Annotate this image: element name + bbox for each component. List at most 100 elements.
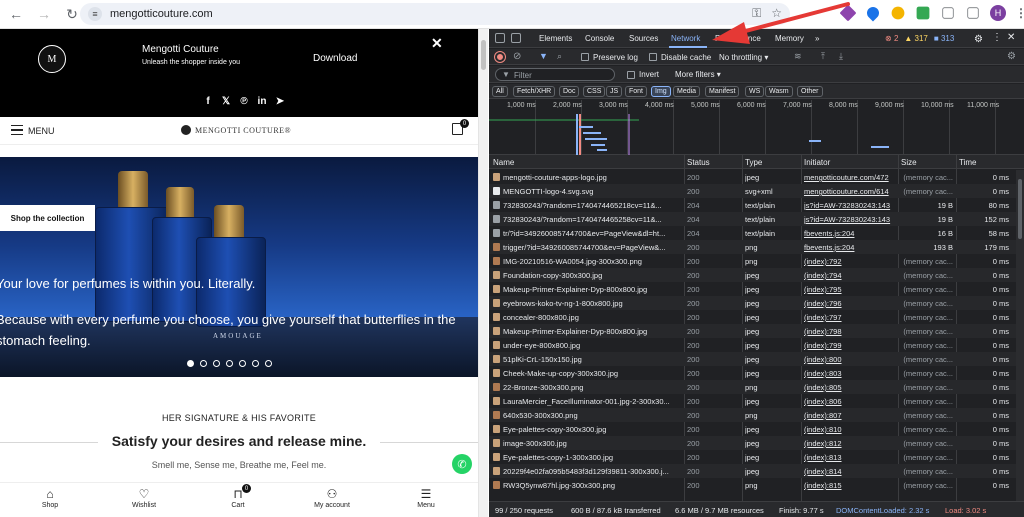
extensions-puzzle-icon[interactable] [942,7,954,19]
carousel-dot-5[interactable] [239,360,246,367]
filter-wasm[interactable]: Wasm [765,86,793,97]
table-row[interactable]: MENGOTTI-logo-4.svg.svg 200 svg+xml mengott… [489,184,1024,198]
settings-gear-icon[interactable]: ⚙ [974,34,983,45]
back-icon[interactable]: ← [4,2,28,26]
request-initiator[interactable]: fbevents.js:204 [804,229,898,238]
table-row[interactable]: under-eye-800x800.jpg 200 jpeg (index):799 (… [489,338,1024,352]
whatsapp-icon[interactable]: ✆ [452,454,472,474]
filter-font[interactable]: Font [625,86,648,97]
request-initiator[interactable]: (index):803 [804,369,898,378]
col-size[interactable]: Size [901,158,917,167]
table-row[interactable]: 732830243/?random=1740474465258cv=11&...… [489,212,1024,226]
table-row[interactable]: 51plKi-CrL-150x150.jpg 200 jpeg (index):800… [489,352,1024,366]
request-initiator[interactable]: js?id=AW-732830243:143 [804,215,898,224]
shop-collection-button[interactable]: Shop the collection [0,205,95,231]
record-icon[interactable] [495,52,505,62]
request-initiator[interactable]: (index):792 [804,257,898,266]
table-row[interactable]: Makeup-Primer-Explainer-Dyp-800x800.jpg 2… [489,324,1024,338]
carousel-dot-1[interactable] [187,360,194,367]
carousel-dot-6[interactable] [252,360,259,367]
carousel-dot-3[interactable] [213,360,220,367]
import-har-icon[interactable]: ⤒ [821,51,825,62]
col-initiator[interactable]: Initiator [804,158,830,167]
clear-icon[interactable]: ⊘ [513,51,521,62]
extension-icon-2[interactable] [864,4,882,22]
telegram-icon[interactable]: ➤ [274,95,286,107]
table-row[interactable]: tr/?id=349260085744700&ev=PageView&dl=ht… [489,226,1024,240]
request-initiator[interactable]: (index):806 [804,397,898,406]
tab-console[interactable]: Console [585,34,614,43]
filter-fetch-xhr[interactable]: Fetch/XHR [513,86,556,97]
filter-css[interactable]: CSS [583,86,606,97]
table-row[interactable]: RW3Q5ynw87hl.jpg-300x300.png 200 png (index… [489,478,1024,492]
network-conditions-icon[interactable]: ≋ [794,51,802,62]
request-initiator[interactable]: mengotticouture.com/472 [804,173,898,182]
col-time[interactable]: Time [959,158,976,167]
filter-manifest[interactable]: Manifest [705,86,740,97]
more-tabs-icon[interactable]: » [815,34,819,43]
side-panel-icon[interactable] [967,7,979,19]
request-initiator[interactable]: (index):807 [804,411,898,420]
request-initiator[interactable]: (index):795 [804,285,898,294]
table-row[interactable]: Eye-palettes-copy-1-300x300.jpg 200 jpeg (i… [489,450,1024,464]
request-initiator[interactable]: (index):815 [804,481,898,490]
carousel-dot-4[interactable] [226,360,233,367]
request-initiator[interactable]: mengotticouture.com/614 [804,187,898,196]
nav-wishlist[interactable]: ♡ Wishlist [114,486,174,509]
request-initiator[interactable]: (index):810 [804,425,898,434]
request-initiator[interactable]: fbevents.js:204 [804,243,898,252]
request-initiator[interactable]: (index):814 [804,467,898,476]
more-filters-dropdown[interactable]: More filters ▾ [675,70,721,79]
browser-menu-icon[interactable]: ⋮ [1015,6,1024,20]
export-har-icon[interactable]: ⤓ [839,51,843,62]
table-row[interactable]: image-300x300.jpg 200 jpeg (index):812 (memo… [489,436,1024,450]
page-scrollbar-thumb[interactable] [481,40,486,70]
nav-menu[interactable]: ☰ Menu [396,486,456,509]
filter-media[interactable]: Media [673,86,701,97]
filter-other[interactable]: Other [797,86,823,97]
nav-account[interactable]: ⚇ My account [302,486,362,509]
linkedin-icon[interactable]: in [256,95,268,107]
network-settings-icon[interactable]: ⚙ [1007,51,1016,62]
throttling-select[interactable]: No throttling ▾ [719,53,768,62]
password-key-icon[interactable]: ⚿ [752,6,761,21]
search-icon[interactable]: ⌕ [557,51,562,62]
preserve-log-checkbox[interactable] [581,53,589,61]
table-row[interactable]: IMG-20210516-WA0054.jpg-300x300.png 200 pn… [489,254,1024,268]
table-row[interactable]: trigger/?id=349260085744700&ev=PageView&… [489,240,1024,254]
close-devtools-icon[interactable]: ✕ [1007,32,1015,43]
network-overview-timeline[interactable]: 1,000 ms 2,000 ms 3,000 ms 4,000 ms 5,000 ms… [489,100,1024,155]
filter-img[interactable]: Img [651,86,671,97]
extension-icon-1[interactable] [839,4,857,22]
table-scrollbar-thumb[interactable] [1018,179,1022,239]
inspect-icon[interactable] [495,33,505,43]
table-row[interactable]: LauraMercier_FaceIlluminator-001.jpg-2-3… [489,394,1024,408]
request-initiator[interactable]: (index):797 [804,313,898,322]
table-row[interactable]: Foundation-copy-300x300.jpg 200 jpeg (index… [489,268,1024,282]
disable-cache-checkbox[interactable] [649,53,657,61]
tab-network[interactable]: Network [671,34,700,43]
col-type[interactable]: Type [745,158,762,167]
address-bar[interactable]: ≡ mengotticouture.com ⚿ ☆ [80,3,790,25]
request-initiator[interactable]: (index):798 [804,327,898,336]
devtools-menu-icon[interactable]: ⋮ [992,32,1002,43]
extension-icon-4[interactable] [916,6,930,20]
request-initiator[interactable]: (index):800 [804,355,898,364]
table-row[interactable]: 22-Bronze-300x300.png 200 png (index):805 (m… [489,380,1024,394]
hamburger-icon[interactable] [11,125,23,135]
pinterest-icon[interactable]: ℗ [238,95,250,107]
filter-ws[interactable]: WS [745,86,765,97]
forward-icon[interactable]: → [32,2,56,26]
x-twitter-icon[interactable]: 𝕏 [220,95,232,107]
request-initiator[interactable]: js?id=AW-732830243:143 [804,201,898,210]
profile-avatar[interactable]: H [990,5,1006,21]
request-initiator[interactable]: (index):813 [804,453,898,462]
table-row[interactable]: 640x530-300x300.png 200 png (index):807 (mem… [489,408,1024,422]
filter-input[interactable]: ▼ Filter [495,68,615,81]
extension-icon-3[interactable] [891,6,905,20]
download-button[interactable]: Download [313,53,357,64]
facebook-icon[interactable]: f [202,95,214,107]
tab-performance[interactable]: Performance [715,34,761,43]
site-info-icon[interactable]: ≡ [88,7,102,21]
tab-sources[interactable]: Sources [629,34,658,43]
